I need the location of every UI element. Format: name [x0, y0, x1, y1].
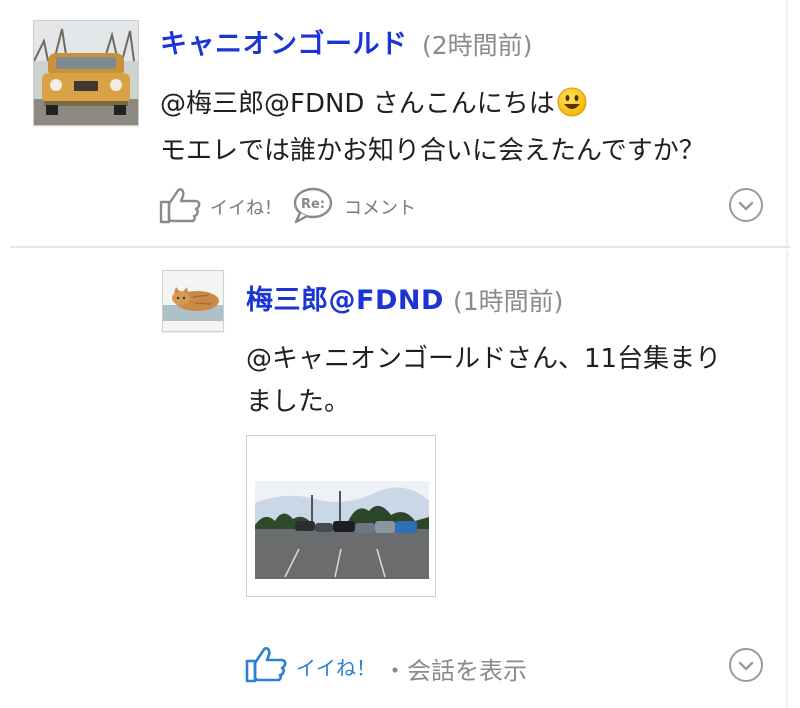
avatar[interactable]	[33, 20, 139, 126]
avatar[interactable]	[162, 270, 224, 332]
like-label: イイね！	[296, 655, 376, 680]
post-text-line: @梅三郎@FDND さんこんにちは	[160, 83, 587, 120]
smiley-emoji-icon	[557, 87, 587, 117]
post-text-line: モエレでは誰かお知り合いに会えたんですか？	[160, 136, 705, 166]
post-text: @梅三郎@FDND さんこんにちは	[160, 89, 555, 119]
comment-label: コメント	[344, 198, 416, 219]
chevron-down-icon[interactable]	[729, 648, 763, 682]
chevron-down-icon[interactable]	[729, 188, 763, 222]
author-name[interactable]: 梅三郎@FDND	[246, 278, 444, 317]
post-text-line: ました。	[246, 387, 351, 417]
svg-text:Re:: Re:	[301, 197, 325, 212]
like-button[interactable]: イイね！	[158, 186, 282, 228]
show-conversation-link[interactable]: ・会話を表示	[383, 651, 527, 686]
post-time: (1時間前)	[453, 287, 564, 316]
like-label: イイね！	[210, 198, 282, 219]
post-text-line: @キャニオンゴールドさん、11台集まり	[246, 344, 722, 374]
attached-photo[interactable]	[246, 435, 436, 597]
divider	[786, 250, 788, 708]
thumbs-up-icon	[244, 645, 288, 687]
divider	[786, 0, 788, 246]
comment-bubble-icon: Re:	[292, 186, 336, 228]
post-item: キャニオンゴールド (2時間前) @梅三郎@FDND さんこんにちは モエレでは…	[0, 0, 800, 246]
like-button[interactable]: イイね！	[244, 645, 376, 687]
thumbs-up-icon	[158, 186, 202, 228]
reply-item: 梅三郎@FDND (1時間前) @キャニオンゴールドさん、11台集まり ました。	[0, 250, 800, 708]
comment-button[interactable]: Re: コメント	[292, 186, 416, 228]
divider	[10, 246, 790, 248]
author-name[interactable]: キャニオンゴールド	[160, 22, 408, 61]
post-time: (2時間前)	[422, 31, 533, 60]
